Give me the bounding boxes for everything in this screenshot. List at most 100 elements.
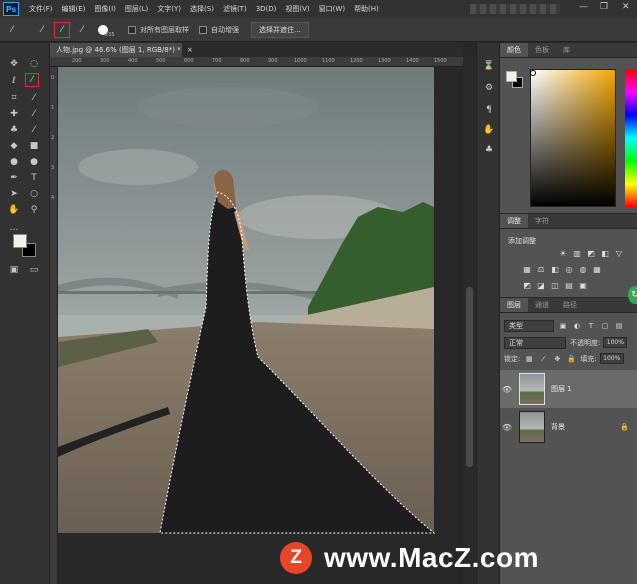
color-lookup-icon[interactable]: ▦ [592, 264, 602, 274]
filter-pixel-icon[interactable]: ▣ [558, 321, 568, 331]
photo-filter-icon[interactable]: ◎ [564, 264, 574, 274]
tab-swatches[interactable]: 色板 [528, 43, 556, 57]
blend-mode-select[interactable]: 正常 [504, 336, 566, 349]
properties-icon[interactable]: ⚙ [482, 81, 496, 95]
zoom-tool-icon[interactable]: ⚲ [27, 203, 41, 217]
tab-layers[interactable]: 图层 [500, 298, 528, 312]
tab-libraries[interactable]: 库 [556, 43, 577, 57]
menu-3d[interactable]: 3D(D) [256, 5, 277, 13]
posterize-icon[interactable]: ◪ [536, 280, 546, 290]
pen-tool-icon[interactable]: ✒ [7, 171, 21, 185]
color-balance-icon[interactable]: ⚖ [536, 264, 546, 274]
opacity-input[interactable]: 100% [603, 337, 628, 348]
quick-mask-icon[interactable]: ▣ [7, 263, 21, 277]
channel-mixer-icon[interactable]: ◍ [578, 264, 588, 274]
history-brush-icon[interactable]: ⁄ [27, 123, 41, 137]
tab-adjustments[interactable]: 调整 [500, 214, 528, 228]
scrollbar-thumb[interactable] [466, 287, 473, 467]
menu-select[interactable]: 选择(S) [190, 4, 214, 14]
lock-transparent-icon[interactable]: ▦ [524, 354, 534, 364]
visibility-eye-icon[interactable]: 👁 [500, 423, 514, 432]
sample-all-layers-checkbox[interactable] [128, 25, 136, 34]
crop-tool-icon[interactable]: ⌗ [7, 91, 21, 105]
shape-tool-icon[interactable]: ○ [27, 187, 41, 201]
gradient-tool-icon[interactable]: ■ [27, 139, 41, 153]
select-and-mask-button[interactable]: 选择并遮住... [251, 21, 309, 38]
menu-help[interactable]: 帮助(H) [354, 4, 379, 14]
minimize-button[interactable]: — [579, 2, 588, 12]
add-to-selection-icon[interactable]: ⁄ [54, 21, 70, 38]
vibrance-icon[interactable]: ▽ [614, 248, 624, 258]
quick-selection-preset-icon[interactable]: ⁄ [4, 22, 20, 38]
exposure-icon[interactable]: ◧ [600, 248, 610, 258]
document-tab[interactable]: 人物.jpg @ 46.6% (图层 1, RGB/8*) * × [50, 43, 193, 57]
blur-tool-icon[interactable]: ● [7, 155, 21, 169]
color-picker-field[interactable] [530, 69, 616, 207]
tab-color[interactable]: 颜色 [500, 43, 528, 57]
type-tool-icon[interactable]: T [27, 171, 41, 185]
restore-button[interactable]: ❐ [600, 2, 608, 12]
menu-layer[interactable]: 图层(L) [125, 4, 148, 14]
invert-icon[interactable]: ◩ [522, 280, 532, 290]
menu-edit[interactable]: 编辑(E) [62, 4, 86, 14]
filter-adjustment-icon[interactable]: ◐ [572, 321, 582, 331]
tab-channels[interactable]: 通道 [528, 298, 556, 312]
curves-icon[interactable]: ◩ [586, 248, 596, 258]
dodge-tool-icon[interactable]: ● [27, 155, 41, 169]
lock-pixels-icon[interactable]: ⁄ [538, 354, 548, 364]
color-picker-cursor[interactable] [530, 70, 536, 76]
brush-tool-icon[interactable]: ⁄ [27, 107, 41, 121]
brightness-icon[interactable]: ☀ [558, 248, 568, 258]
move-tool-icon[interactable]: ✥ [7, 57, 21, 71]
selective-color-icon[interactable]: ▣ [578, 280, 588, 290]
quick-selection-tool-icon[interactable]: ⁄ [25, 73, 39, 87]
hue-slider[interactable] [625, 69, 637, 207]
gradient-map-icon[interactable]: ▤ [564, 280, 574, 290]
auto-enhance-checkbox[interactable] [199, 25, 207, 34]
paragraph-icon[interactable]: ¶ [482, 103, 496, 117]
tool-presets-icon[interactable]: ✋ [482, 123, 496, 137]
hand-tool-icon[interactable]: ✋ [7, 203, 21, 217]
lock-all-icon[interactable]: 🔒 [566, 354, 576, 364]
lasso-tool-icon[interactable]: ℓ [7, 74, 21, 88]
history-icon[interactable]: ⌛ [482, 59, 496, 73]
subtract-from-selection-icon[interactable]: ⁄ [74, 22, 90, 38]
fill-input[interactable]: 100% [599, 353, 624, 364]
filter-shape-icon[interactable]: ▢ [600, 321, 610, 331]
canvas-area[interactable] [58, 67, 463, 584]
menu-view[interactable]: 视图(V) [285, 4, 309, 14]
levels-icon[interactable]: ▥ [572, 248, 582, 258]
filter-smart-icon[interactable]: ▤ [614, 321, 624, 331]
threshold-icon[interactable]: ◫ [550, 280, 560, 290]
healing-brush-icon[interactable]: ✚ [7, 107, 21, 121]
new-selection-icon[interactable]: ⁄ [34, 22, 50, 38]
black-white-icon[interactable]: ◧ [550, 264, 560, 274]
menu-file[interactable]: 文件(F) [29, 4, 53, 14]
layer-row[interactable]: 👁 图层 1 [500, 370, 637, 408]
more-tools-icon[interactable]: … [7, 221, 21, 235]
menu-image[interactable]: 图像(I) [94, 4, 116, 14]
menu-type[interactable]: 文字(Y) [157, 4, 181, 14]
filter-type-icon[interactable]: T [586, 321, 596, 331]
eraser-tool-icon[interactable]: ◆ [7, 139, 21, 153]
marquee-tool-icon[interactable]: ◌ [27, 57, 41, 71]
close-button[interactable]: ✕ [622, 2, 630, 12]
screen-mode-icon[interactable]: ▭ [27, 263, 41, 277]
vertical-scrollbar[interactable] [463, 57, 476, 584]
lock-position-icon[interactable]: ✥ [552, 354, 562, 364]
panel-foreground-swatch[interactable] [506, 71, 517, 82]
menu-window[interactable]: 窗口(W) [319, 4, 345, 14]
layer-filter-select[interactable]: 类型 [504, 319, 554, 332]
floating-action-icon[interactable]: ↻ [628, 286, 637, 304]
layer-row[interactable]: 👁 背景 🔒 [500, 408, 637, 446]
menu-filter[interactable]: 滤镜(T) [223, 4, 247, 14]
hue-saturation-icon[interactable]: ▦ [522, 264, 532, 274]
clone-source-icon[interactable]: ♣ [482, 143, 496, 157]
tab-paths[interactable]: 路径 [556, 298, 584, 312]
clone-stamp-icon[interactable]: ♣ [7, 123, 21, 137]
document-close-icon[interactable]: × [187, 46, 193, 54]
foreground-color-swatch[interactable] [13, 234, 27, 248]
tab-character[interactable]: 字符 [528, 214, 556, 228]
eyedropper-tool-icon[interactable]: ⁄ [27, 91, 41, 105]
visibility-eye-icon[interactable]: 👁 [500, 385, 514, 394]
